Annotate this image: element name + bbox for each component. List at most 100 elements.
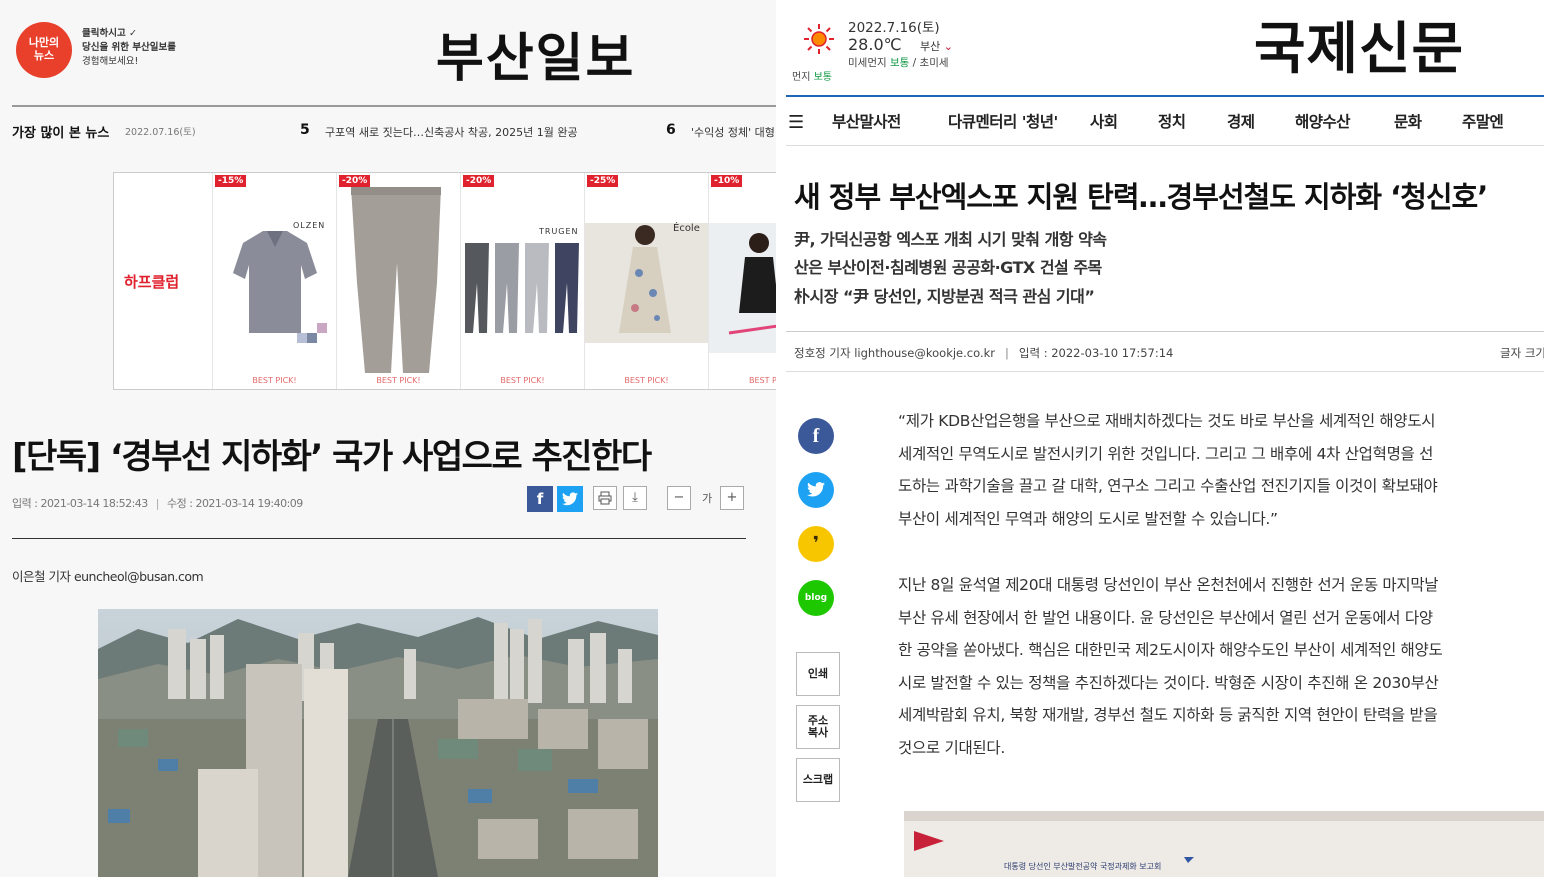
font-increase-button[interactable]: + [720, 486, 744, 510]
article-meta: 정호정 기자 lighthouse@kookje.co.kr | 입력 : 2022… [794, 346, 1174, 360]
reporter-byline: 정호정 기자 lighthouse@kookje.co.kr [794, 346, 995, 360]
discount-badge: -20% [463, 175, 495, 187]
download-button[interactable]: ⤓ [623, 486, 647, 510]
article-photo [98, 609, 658, 877]
facebook-share-button[interactable]: f [798, 418, 834, 454]
twitter-share-button[interactable] [557, 486, 583, 512]
kakaostory-icon: ❜ [812, 533, 820, 554]
sun-icon [804, 24, 834, 54]
printer-icon [598, 491, 612, 505]
input-time: 입력 : 2022-03-10 17:57:14 [1018, 346, 1174, 360]
header-divider [12, 105, 776, 107]
busan-ilbo-page: 나만의 뉴스 클릭하시고 ✓ 당신을 위한 부산일보를 경험해보세요! 부산일보… [0, 0, 776, 877]
article-subheading: 산은 부산이전·침례병원 공공화·GTX 건설 주목 [794, 258, 1102, 277]
article-subheading: 朴시장 “尹 당선인, 지방분권 적극 관심 기대” [794, 287, 1095, 306]
print-label: 인쇄 [807, 667, 829, 680]
discount-badge: -15% [215, 175, 247, 187]
copy-url-line2: 복사 [807, 726, 829, 739]
minus-icon: − [673, 490, 685, 505]
pants-image [351, 187, 441, 373]
chevron-down-icon: ⌄ [943, 40, 953, 53]
reporter-byline: 이은철 기자 euncheol@busan.com [12, 569, 204, 584]
rank-number: 6 [666, 122, 676, 138]
print-button[interactable]: 인쇄 [796, 652, 840, 696]
article-meta: 입력 : 2021-03-14 18:52:43 | 수정 : 2021-03-14… [12, 497, 303, 510]
ultrafine-dust-status: 먼지 보통 [792, 68, 832, 83]
dust-sep: / 초미세 [912, 57, 949, 69]
fine-dust-status: 미세먼지 보통 / 초미세 [848, 55, 949, 70]
ad-product[interactable]: -10% BEST P [708, 173, 776, 389]
hamburger-menu-icon[interactable]: ☰ [788, 112, 804, 133]
nav-item-economy[interactable]: 경제 [1227, 110, 1255, 132]
font-size-button[interactable]: 글자 크기 [1500, 345, 1544, 361]
my-news-badge[interactable]: 나만의 뉴스 [16, 22, 72, 78]
twitter-icon [807, 482, 825, 497]
nav-bottom-border [786, 145, 1544, 146]
nav-item-marine[interactable]: 해양수산 [1295, 110, 1351, 132]
promo-line: 클릭하시고 ✓ [82, 28, 137, 39]
nav-item-busan-dictionary[interactable]: 부산말사전 [832, 110, 901, 132]
font-decrease-button[interactable]: − [667, 486, 691, 510]
my-news-line2: 뉴스 [33, 49, 55, 62]
promo-line: 당신을 위한 부산일보를 [82, 42, 177, 53]
dust-value: 보통 [889, 57, 910, 69]
promo-line: 경험해보세요! [82, 56, 139, 67]
paragraph-line: 세계적인 무역도시로 발전시키기 위한 것입니다. 그리고 그 배후에 4차 산… [898, 444, 1434, 463]
nav-item-documentary[interactable]: 다큐멘터리 '청년' [948, 110, 1058, 132]
polo-shirt-image [233, 231, 327, 343]
facebook-share-button[interactable]: f [527, 486, 553, 512]
brand-label: TRUGEN [539, 227, 579, 236]
nav-item-weekend[interactable]: 주말엔 [1462, 110, 1504, 132]
most-viewed-link[interactable]: 구포역 새로 짓는다…신축공사 착공, 2025년 1월 완공 [325, 124, 578, 140]
ad-product[interactable]: -20% TRUGEN BEST PICK! [460, 173, 584, 389]
paragraph-line: 지난 8일 윤석열 제20대 대통령 당선인이 부산 온천천에서 진행한 선거 … [898, 576, 1439, 594]
article-divider [12, 538, 746, 539]
best-pick-label: BEST P [749, 376, 776, 385]
scrap-button[interactable]: 스크랩 [796, 758, 840, 802]
most-viewed-label: 가장 많이 본 뉴스 [12, 126, 110, 141]
trousers-image [465, 243, 579, 333]
scrap-label: 스크랩 [802, 773, 834, 786]
copy-url-button[interactable]: 주소 복사 [796, 705, 840, 749]
weather-city-select[interactable]: 부산 ⌄ [920, 38, 953, 54]
kookje-logo[interactable]: 국제신문 [1254, 4, 1464, 85]
nav-item-culture[interactable]: 문화 [1394, 110, 1422, 132]
article-headline: 새 정부 부산엑스포 지원 탄력…경부선철도 지하화 ‘청신호’ [794, 180, 1488, 214]
press-conference-image [904, 811, 1544, 877]
paragraph-line: 한 공약을 쏟아냈다. 핵심은 대한민국 제2도시이자 해양수도인 부산이 세계… [898, 641, 1443, 660]
ad-product[interactable]: -15% OLZEN BEST PICK! [212, 173, 336, 389]
golf-apparel-image [709, 223, 776, 353]
nav-top-border [786, 95, 1544, 97]
nav-item-society[interactable]: 사회 [1090, 110, 1118, 132]
dust-label: 미세먼지 [848, 57, 887, 69]
article-subheading: 尹, 가덕신공항 엑스포 개최 시기 맞춰 개항 약속 [794, 230, 1107, 249]
promo-text[interactable]: 클릭하시고 ✓ 당신을 위한 부산일보를 경험해보세요! [82, 27, 202, 69]
ad-product[interactable]: -20% BEST PICK! [336, 173, 460, 389]
most-viewed-date: 2022.07.16(토) [125, 127, 196, 138]
download-icon: ⤓ [632, 490, 638, 505]
ad-brand-logo[interactable]: 하프클럽 [124, 271, 179, 292]
twitter-share-button[interactable] [798, 472, 834, 508]
paragraph-line: 세계박람회 유치, 북항 재개발, 경부선 철도 지하화 등 굵직한 지역 현안… [898, 706, 1438, 725]
my-news-line1: 나만의 [28, 36, 60, 49]
kakaostory-share-button[interactable]: ❜ [798, 526, 834, 562]
best-pick-label: BEST PICK! [376, 376, 421, 385]
blog-share-button[interactable]: blog [798, 580, 834, 616]
ad-banner[interactable]: 하프클럽 -15% OLZEN BEST PICK! -20% BEST PIC… [113, 172, 776, 390]
dust2-label: 먼지 [792, 72, 811, 83]
nav-item-politics[interactable]: 정치 [1158, 110, 1186, 132]
rank-number: 5 [300, 122, 310, 138]
busan-ilbo-logo[interactable]: 부산일보 [436, 16, 635, 91]
print-button[interactable] [593, 486, 617, 510]
article-headline: [단독] ‘경부선 지하화’ 국가 사업으로 추진한다 [12, 437, 652, 477]
facebook-icon: f [812, 425, 820, 447]
best-pick-label: BEST PICK! [624, 376, 669, 385]
city-name: 부산 [920, 40, 941, 53]
meta-divider [786, 371, 1544, 372]
most-viewed-link[interactable]: '수익성 정체' 대형 [691, 124, 775, 140]
article-paragraph: 지난 8일 윤석열 제20대 대통령 당선인이 부산 온천천에서 진행한 선거 … [898, 569, 1544, 765]
ad-product[interactable]: -25% École BEST PICK! [584, 173, 709, 389]
article-paragraph: “제가 KDB산업은행을 부산으로 재배치하겠다는 것도 바로 부산을 세계적인… [898, 405, 1544, 535]
paragraph-line: 것으로 기대된다. [898, 738, 1005, 757]
article-photo: 대통령 당선인 부산발전공약 국정과제화 보고회 [904, 811, 1544, 877]
